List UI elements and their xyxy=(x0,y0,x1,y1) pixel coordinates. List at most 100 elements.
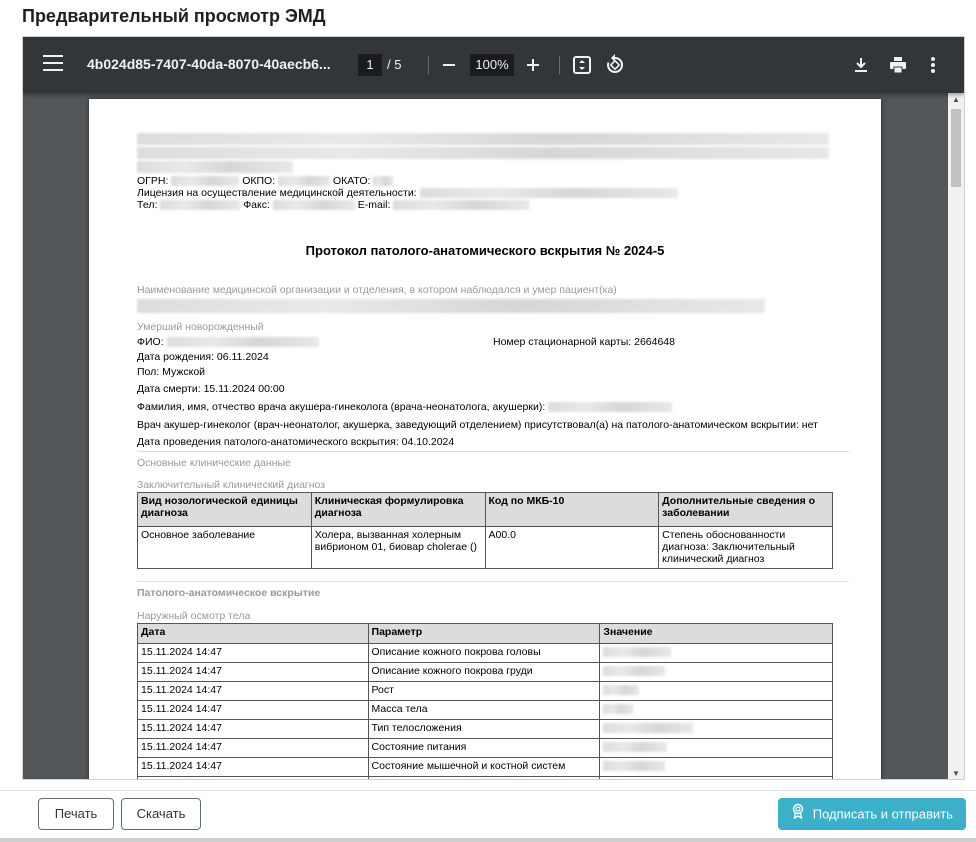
redacted-value xyxy=(599,700,833,720)
doctor-present: Врач акушер-гинеколог (врач-неонатолог, … xyxy=(137,419,818,431)
birth-date: Дата рождения: 06.11.2024 xyxy=(137,351,269,363)
fio-line: ФИО: xyxy=(137,336,319,348)
page-total: / 5 xyxy=(387,57,402,72)
doctor-name-line: Фамилия, имя, отчество врача акушера-гин… xyxy=(137,401,673,413)
table-cell: 15.11.2024 14:47 xyxy=(137,738,369,758)
menu-icon[interactable] xyxy=(43,55,63,75)
sex: Пол: Мужской xyxy=(137,366,206,378)
table-cell: Рост xyxy=(367,681,601,701)
redacted-value xyxy=(599,643,833,663)
table-row: 15.11.2024 14:47 Состояние мышечной и ко… xyxy=(137,757,833,777)
table-cell xyxy=(367,776,601,779)
table-row: 15.11.2024 14:47 Описание кожного покров… xyxy=(137,643,833,663)
more-icon[interactable] xyxy=(921,53,945,77)
bottom-edge xyxy=(0,838,976,842)
table-cell: 15.11.2024 14:47 xyxy=(137,757,369,777)
toolbar-divider xyxy=(559,56,560,74)
autopsy-section-label: Патолого-анатомическое вскрытие xyxy=(137,587,321,599)
external-exam-table: Дата Параметр Значение 15.11.2024 14:47 … xyxy=(137,623,833,779)
table-cell: 15.11.2024 14:47 xyxy=(137,681,369,701)
diagnosis-header: Дополнительные сведения о заболевании xyxy=(658,492,833,527)
zoom-in-icon[interactable] xyxy=(521,53,545,77)
document-title: Протокол патолого-анатомического вскрыти… xyxy=(305,243,665,258)
table-cell: Степень обоснованности диагноза: Заключи… xyxy=(658,526,833,569)
ogrn-label: ОГРН: xyxy=(137,175,169,187)
rotate-icon[interactable] xyxy=(603,53,627,77)
zoom-out-icon[interactable] xyxy=(437,53,461,77)
table-row: 15.11.2024 14:47 Состояние питания xyxy=(137,738,833,758)
table-cell: Описание кожного покрова груди xyxy=(367,662,601,682)
contacts-line: Тел: Факс: E-mail: xyxy=(137,199,530,211)
page-number-input[interactable]: 1 xyxy=(358,54,382,76)
redacted-org-department xyxy=(137,299,765,313)
autopsy-date: Дата проведения патолого-анатомического … xyxy=(137,436,455,448)
clinical-section-label: Основные клинические данные xyxy=(137,457,291,469)
org-section-label: Наименование медицинской организации и о… xyxy=(137,284,617,296)
email-label: E-mail: xyxy=(357,199,391,211)
print-button[interactable]: Печать xyxy=(38,798,114,830)
section-divider xyxy=(137,451,849,452)
table-row: 15.11.2024 14:47 Масса тела xyxy=(137,700,833,720)
tel-label: Тел: xyxy=(137,199,158,211)
download-button[interactable]: Скачать xyxy=(121,798,201,830)
requisites-line: ОГРН: ОКПО: ОКАТО: xyxy=(137,175,394,187)
pdf-viewer: 4b024d85-7407-40da-8070-40aecb6... 1 / 5… xyxy=(22,36,965,780)
certificate-icon xyxy=(791,799,805,831)
toolbar-divider xyxy=(428,56,429,74)
table-cell: 15.11.2024 14:47 xyxy=(137,643,369,663)
table-row xyxy=(137,776,833,779)
document-scroll-area[interactable]: ОГРН: ОКПО: ОКАТО: Лицензия на осуществл… xyxy=(23,93,950,779)
footer-divider xyxy=(0,790,976,791)
table-row: Основное заболевание Холера, вызванная х… xyxy=(137,526,833,569)
redacted-address xyxy=(137,161,293,174)
diagnosis-header: Вид нозологической единицы диагноза xyxy=(137,492,312,527)
license-line: Лицензия на осуществление медицинской де… xyxy=(137,187,678,199)
table-cell: Тип телосложения xyxy=(367,719,601,739)
table-cell: A00.0 xyxy=(484,526,660,569)
table-row: 15.11.2024 14:47 Рост xyxy=(137,681,833,701)
redacted-value xyxy=(599,738,833,758)
okpo-label: ОКПО: xyxy=(242,175,276,187)
table-row: 15.11.2024 14:47 Описание кожного покров… xyxy=(137,662,833,682)
redacted-value xyxy=(599,757,833,777)
license-label: Лицензия на осуществление медицинской де… xyxy=(137,187,417,199)
scroll-up-icon[interactable]: ▲ xyxy=(951,95,961,105)
table-cell: Описание кожного покрова головы xyxy=(367,643,601,663)
dialog-title: Предварительный просмотр ЭМД xyxy=(22,6,326,26)
fit-page-icon[interactable] xyxy=(570,53,594,77)
fax-label: Факс: xyxy=(243,199,270,211)
external-exam-label: Наружный осмотр тела xyxy=(137,610,251,622)
redacted-value xyxy=(599,776,833,779)
viewer-scrollbar[interactable]: ▲ ▼ xyxy=(948,93,964,779)
fio-label: ФИО: xyxy=(137,336,164,348)
download-icon[interactable] xyxy=(849,53,873,77)
final-diagnosis-label: Заключительный клинический диагноз xyxy=(137,479,326,491)
viewer-toolbar: 4b024d85-7407-40da-8070-40aecb6... 1 / 5… xyxy=(23,37,964,93)
doctor-name-label: Фамилия, имя, отчество врача акушера-гин… xyxy=(137,401,546,413)
sign-and-send-button[interactable]: Подписать и отправить xyxy=(778,798,966,830)
diagnosis-header: Код по МКБ-10 xyxy=(484,492,660,527)
scroll-thumb[interactable] xyxy=(951,109,961,187)
death-date: Дата смерти: 15.11.2024 00:00 xyxy=(137,383,285,395)
table-cell: 15.11.2024 14:47 xyxy=(137,662,369,682)
redacted-value xyxy=(599,662,833,682)
section-divider xyxy=(137,581,849,582)
card-number: Номер стационарной карты: 2664648 xyxy=(493,336,675,348)
print-icon[interactable] xyxy=(886,53,910,77)
redacted-value xyxy=(599,719,833,739)
document-page: ОГРН: ОКПО: ОКАТО: Лицензия на осуществл… xyxy=(89,99,881,779)
table-cell: Состояние мышечной и костной систем xyxy=(367,757,601,777)
zoom-level-input[interactable]: 100% xyxy=(470,54,514,76)
exam-header: Дата xyxy=(137,623,369,644)
redacted-value xyxy=(599,681,833,701)
sign-and-send-label: Подписать и отправить xyxy=(812,806,953,822)
redacted-org-name xyxy=(137,133,829,146)
table-cell xyxy=(137,776,369,779)
diagnosis-table: Вид нозологической единицы диагноза Клин… xyxy=(137,492,833,569)
scroll-down-icon[interactable]: ▼ xyxy=(951,769,961,779)
table-row: 15.11.2024 14:47 Тип телосложения xyxy=(137,719,833,739)
okato-label: ОКАТО: xyxy=(332,175,371,187)
exam-header: Значение xyxy=(599,623,833,644)
table-cell: 15.11.2024 14:47 xyxy=(137,700,369,720)
diagnosis-header: Клиническая формулировка диагноза xyxy=(310,492,486,527)
